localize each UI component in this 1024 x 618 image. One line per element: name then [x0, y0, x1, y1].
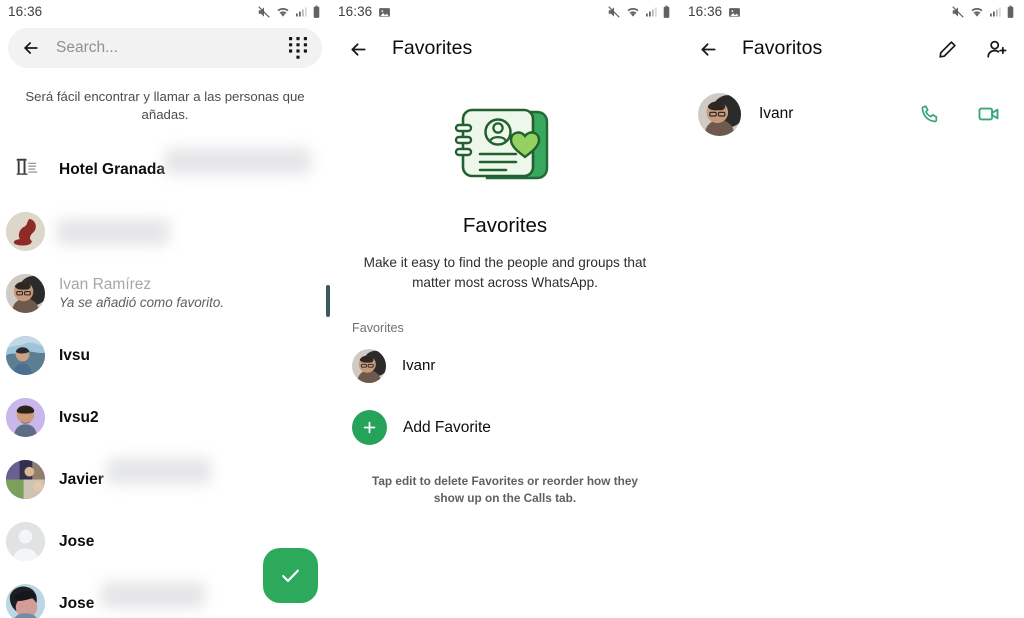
signal-icon: [646, 7, 657, 17]
wifi-icon: [971, 8, 983, 17]
status-bar-2: 16:36: [330, 0, 680, 24]
add-favorite-button[interactable]: Add Favorite: [330, 401, 680, 455]
status-clock: 16:36: [338, 4, 373, 20]
page-title: Favoritos: [742, 37, 823, 60]
add-person-icon[interactable]: [984, 36, 1010, 62]
avatar: [6, 211, 45, 251]
list-item-text: Javier: [59, 457, 330, 489]
avatar: [6, 273, 45, 313]
avatar: [6, 335, 45, 375]
status-bar-3: 16:36: [680, 0, 1024, 24]
status-bar-left-1: 16:36: [8, 5, 42, 19]
wifi-icon: [277, 8, 289, 17]
battery-icon: [1007, 5, 1014, 18]
add-favorite-label: Add Favorite: [403, 418, 491, 436]
redacted-text: [57, 219, 169, 245]
search-input[interactable]: [44, 38, 286, 58]
section-label-favorites: Favorites: [352, 320, 404, 335]
status-bar-right-1: [257, 5, 321, 19]
phone-icon[interactable]: [917, 101, 943, 127]
avatar: [6, 459, 45, 499]
hero-title: Favorites: [462, 214, 548, 237]
favorite-name: Ivanr: [759, 105, 794, 122]
contact-subtitle: Ya se añadió como favorito.: [59, 294, 224, 310]
list-item-text: Hotel Granada: [59, 147, 330, 179]
three-phone-screenshots: 16:36 Será fácil: [0, 0, 1024, 618]
signal-icon: [296, 7, 307, 17]
app-bar-actions: [934, 36, 1010, 62]
list-item[interactable]: Ivanr: [330, 339, 680, 393]
dialpad-icon[interactable]: [286, 35, 310, 61]
app-bar-favoritos-es: Favoritos: [680, 24, 1024, 74]
contact-name: Hotel Granada: [59, 160, 165, 178]
contact-name: Ivsu2: [59, 408, 99, 426]
wifi-icon: [627, 8, 639, 17]
redacted-text: [107, 457, 211, 484]
status-clock: 16:36: [8, 4, 43, 20]
list-item[interactable]: Ivan Ramírez Ya se añadió como favorito.: [0, 262, 330, 324]
list-item[interactable]: [0, 200, 330, 262]
status-bar-right-2: [607, 5, 671, 19]
list-item[interactable]: Ivsu: [0, 324, 330, 386]
list-item-text: Ivsu: [59, 346, 330, 365]
panel-contact-picker: 16:36 Será fácil: [0, 0, 330, 618]
avatar: [6, 521, 45, 561]
status-bar-right-3: [951, 5, 1015, 19]
search-bar[interactable]: [8, 28, 322, 68]
list-item-text: Ivsu2: [59, 408, 330, 427]
contact-name: Jose: [59, 594, 95, 612]
volume-off-icon: [608, 6, 620, 18]
back-arrow-icon[interactable]: [18, 35, 44, 61]
list-item-text: Ivan Ramírez Ya se añadió como favorito.: [59, 275, 330, 312]
list-item[interactable]: Hotel Granada: [0, 138, 330, 200]
back-arrow-icon[interactable]: [344, 35, 372, 63]
hero-subtitle: Make it easy to find the people and grou…: [363, 254, 647, 290]
panel-favoritos-spanish: 16:36 Favoritos Ivanr: [680, 0, 1024, 618]
back-arrow-icon[interactable]: [694, 35, 722, 63]
status-clock: 16:36: [688, 4, 723, 20]
image-icon: [379, 7, 391, 17]
avatar: [6, 149, 45, 189]
favorite-name: Ivanr: [402, 357, 436, 374]
picker-hint-text: Será fácil encontrar y llamar a las pers…: [25, 89, 305, 122]
contact-list: Hotel Granada Ivan Ramírez Ya se añadió …: [0, 138, 330, 618]
status-bar-1: 16:36: [0, 0, 330, 24]
battery-icon: [663, 5, 670, 18]
contact-name: Javier: [59, 470, 104, 488]
list-item[interactable]: Ivanr: [680, 84, 1024, 144]
pencil-edit-icon[interactable]: [934, 36, 960, 62]
image-icon: [729, 7, 741, 17]
favorites-illustration: [330, 94, 680, 192]
list-item[interactable]: Javier: [0, 448, 330, 510]
favorites-foot-note: Tap edit to delete Favorites or reorder …: [372, 473, 638, 505]
panel-favorites-english: 16:36 Favorites Favorites Make it easy t…: [330, 0, 680, 618]
page-title: Favorites: [392, 37, 473, 60]
redacted-text: [165, 147, 311, 174]
redacted-text: [101, 581, 205, 608]
volume-off-icon: [952, 6, 964, 18]
app-bar-favorites-en: Favorites: [330, 24, 680, 74]
signal-icon: [990, 7, 1001, 17]
volume-off-icon: [258, 6, 270, 18]
status-bar-left-3: 16:36: [688, 5, 741, 19]
status-bar-left-2: 16:36: [338, 5, 391, 19]
confirm-selection-fab[interactable]: [263, 548, 318, 603]
plus-icon: [352, 410, 387, 445]
avatar: [6, 397, 45, 437]
list-item[interactable]: Ivsu2: [0, 386, 330, 448]
avatar: [6, 583, 45, 618]
contact-name: Ivsu: [59, 346, 91, 364]
call-actions: [917, 101, 1002, 127]
avatar: [698, 92, 741, 136]
contact-name: Ivan Ramírez: [59, 275, 152, 293]
avatar: [352, 348, 386, 383]
check-icon: [282, 569, 299, 583]
video-camera-icon[interactable]: [976, 101, 1002, 127]
battery-icon: [313, 5, 320, 18]
